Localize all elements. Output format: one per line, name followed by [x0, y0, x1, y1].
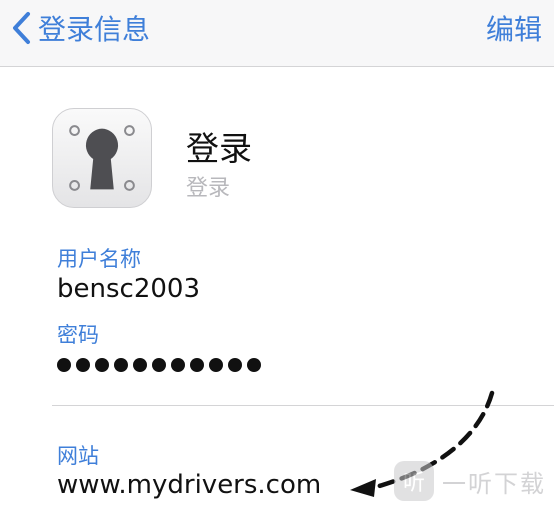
edit-button[interactable]: 编辑: [486, 8, 542, 48]
website-label: 网站: [57, 444, 99, 468]
password-dot: [209, 358, 223, 372]
watermark-badge-text: 听: [402, 471, 425, 496]
record-subtitle: 登录: [186, 176, 231, 201]
password-dot: [190, 358, 204, 372]
password-dot: [57, 358, 71, 372]
login-info-screen: 登录信息 编辑 登录 登录 用户名称 bensc2003 密码 网站 www.m…: [0, 0, 554, 505]
username-value[interactable]: bensc2003: [57, 274, 200, 304]
password-dot: [95, 358, 109, 372]
username-label: 用户名称: [57, 247, 141, 271]
watermark-text: 一听下载: [442, 469, 546, 498]
website-value[interactable]: www.mydrivers.com: [57, 470, 321, 500]
password-value[interactable]: [57, 358, 261, 372]
keychain-lock-icon: [52, 108, 152, 208]
password-dot: [114, 358, 128, 372]
back-button-label: 登录信息: [38, 13, 151, 46]
password-dot: [247, 358, 261, 372]
record-title: 登录: [186, 129, 252, 168]
password-dot: [76, 358, 90, 372]
password-dot: [152, 358, 166, 372]
password-dot: [228, 358, 242, 372]
password-dot: [133, 358, 147, 372]
watermark-logo-icon: 听: [394, 461, 434, 501]
back-button[interactable]: 登录信息: [10, 6, 150, 50]
chevron-left-icon: [13, 12, 30, 44]
navigation-bar: 登录信息 编辑: [0, 0, 554, 67]
password-dot: [171, 358, 185, 372]
password-label: 密码: [57, 323, 99, 347]
watermark: 听 一听下载: [394, 460, 546, 502]
